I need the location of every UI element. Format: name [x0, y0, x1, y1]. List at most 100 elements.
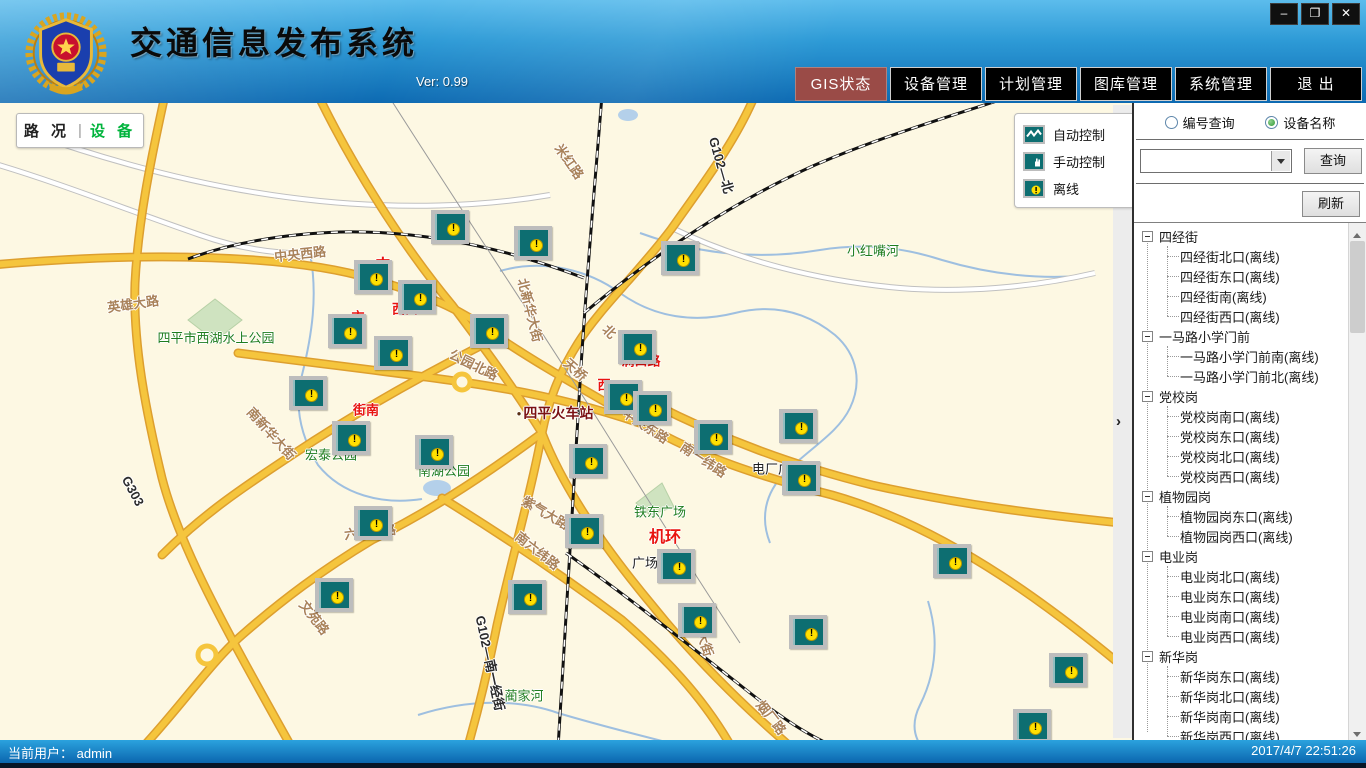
tree-group-label: 四经街 [1159, 227, 1198, 246]
device-marker[interactable] [289, 376, 327, 410]
nav-tab-system-management[interactable]: 系统管理 [1175, 67, 1267, 101]
device-marker[interactable] [315, 578, 353, 612]
chevron-down-icon[interactable] [1271, 151, 1290, 171]
device-marker[interactable] [661, 241, 699, 275]
device-marker[interactable] [789, 615, 827, 649]
display-board-icon [474, 318, 504, 344]
tree-item[interactable]: 党校岗东口(离线) [1134, 426, 1349, 446]
display-board-icon [419, 439, 449, 465]
tree-item[interactable]: 党校岗北口(离线) [1134, 446, 1349, 466]
nav-tab-gallery-management[interactable]: 图库管理 [1080, 67, 1172, 101]
tree-group-row[interactable]: 党校岗 [1134, 386, 1349, 406]
device-marker[interactable] [398, 280, 436, 314]
device-combo-input[interactable] [1142, 151, 1278, 171]
device-combo[interactable] [1140, 149, 1292, 173]
tree-group-row[interactable]: 一马路小学门前 [1134, 326, 1349, 346]
tree-item[interactable]: 植物园岗东口(离线) [1134, 506, 1349, 526]
collapse-minus-icon[interactable] [1142, 231, 1153, 242]
query-button[interactable]: 查询 [1304, 148, 1362, 174]
tree-item[interactable]: 电业岗北口(离线) [1134, 566, 1349, 586]
legend-row: 离线 [1023, 175, 1132, 202]
collapse-minus-icon[interactable] [1142, 331, 1153, 342]
offline-exclamation-icon [431, 448, 444, 461]
tree-scrollbar[interactable] [1348, 223, 1366, 741]
device-toggle[interactable]: 设 备 [90, 120, 136, 141]
tree-item[interactable]: 四经街南(离线) [1134, 286, 1349, 306]
minimize-button[interactable]: – [1270, 3, 1298, 25]
device-marker[interactable] [565, 514, 603, 548]
tree-item[interactable]: 党校岗南口(离线) [1134, 406, 1349, 426]
tree-item[interactable]: 党校岗西口(离线) [1134, 466, 1349, 486]
tree-item[interactable]: 四经街西口(离线) [1134, 306, 1349, 326]
tree-group-row[interactable]: 新华岗 [1134, 646, 1349, 666]
nav-tab-device-management[interactable]: 设备管理 [890, 67, 982, 101]
device-marker[interactable] [514, 226, 552, 260]
window-controls: –❐✕ [1270, 3, 1360, 25]
tree-item[interactable]: 新华岗北口(离线) [1134, 686, 1349, 706]
offline-exclamation-icon [370, 273, 383, 286]
road-condition-toggle[interactable]: 路 况 [24, 120, 70, 141]
divider-line [1136, 139, 1364, 140]
device-marker[interactable] [354, 260, 392, 294]
device-marker[interactable] [782, 461, 820, 495]
offline-exclamation-icon [1029, 722, 1042, 735]
device-marker[interactable] [508, 580, 546, 614]
display-board-icon [435, 214, 465, 240]
device-marker[interactable] [633, 391, 671, 425]
close-button[interactable]: ✕ [1332, 3, 1360, 25]
maximize-button[interactable]: ❐ [1301, 3, 1329, 25]
nav-tab-gis-status[interactable]: GIS状态 [795, 67, 887, 101]
nav-tab-plan-management[interactable]: 计划管理 [985, 67, 1077, 101]
scroll-down-icon[interactable] [1349, 724, 1366, 741]
tree-item[interactable]: 植物园岗西口(离线) [1134, 526, 1349, 546]
device-marker[interactable] [415, 435, 453, 469]
device-marker[interactable] [1013, 709, 1051, 740]
tree-item[interactable]: 新华岗西口(离线) [1134, 726, 1349, 741]
device-marker[interactable] [569, 444, 607, 478]
device-marker[interactable] [328, 314, 366, 348]
offline-exclamation-icon [390, 349, 403, 362]
radio-device-name[interactable]: 设备名称 [1265, 113, 1335, 132]
scrollbar-thumb[interactable] [1350, 241, 1365, 333]
device-marker[interactable] [470, 314, 508, 348]
device-marker[interactable] [431, 210, 469, 244]
device-marker[interactable] [657, 549, 695, 583]
collapse-minus-icon[interactable] [1142, 651, 1153, 662]
collapse-minus-icon[interactable] [1142, 391, 1153, 402]
tree-group: 电业岗电业岗北口(离线)电业岗东口(离线)电业岗南口(离线)电业岗西口(离线) [1134, 546, 1349, 646]
tree-item[interactable]: 新华岗南口(离线) [1134, 706, 1349, 726]
collapse-minus-icon[interactable] [1142, 551, 1153, 562]
tree-item[interactable]: 电业岗东口(离线) [1134, 586, 1349, 606]
tree-item[interactable]: 一马路小学门前北(离线) [1134, 366, 1349, 386]
device-marker[interactable] [374, 336, 412, 370]
tree-group-row[interactable]: 植物园岗 [1134, 486, 1349, 506]
device-marker[interactable] [618, 330, 656, 364]
tree-item[interactable]: 四经街北口(离线) [1134, 246, 1349, 266]
tree-group-row[interactable]: 电业岗 [1134, 546, 1349, 566]
tree-group: 植物园岗植物园岗东口(离线)植物园岗西口(离线) [1134, 486, 1349, 546]
device-marker[interactable] [1049, 653, 1087, 687]
device-marker[interactable] [694, 420, 732, 454]
device-marker[interactable] [779, 409, 817, 443]
device-marker[interactable] [354, 506, 392, 540]
offline-exclamation-icon [344, 327, 357, 340]
refresh-button[interactable]: 刷新 [1302, 191, 1360, 217]
tree-item[interactable]: 电业岗西口(离线) [1134, 626, 1349, 646]
device-tree-list: 四经街四经街北口(离线)四经街东口(离线)四经街南(离线)四经街西口(离线)一马… [1134, 226, 1349, 741]
scroll-up-icon[interactable] [1349, 223, 1366, 240]
tree-group-row[interactable]: 四经街 [1134, 226, 1349, 246]
device-marker[interactable] [933, 544, 971, 578]
tree-item[interactable]: 新华岗东口(离线) [1134, 666, 1349, 686]
collapse-minus-icon[interactable] [1142, 491, 1153, 502]
offline-exclamation-icon [414, 293, 427, 306]
tree-item[interactable]: 一马路小学门前南(离线) [1134, 346, 1349, 366]
nav-tab-exit[interactable]: 退 出 [1270, 67, 1362, 101]
tree-item[interactable]: 四经街东口(离线) [1134, 266, 1349, 286]
current-user-label: 当前用户： [8, 746, 73, 761]
device-marker[interactable] [332, 421, 370, 455]
device-marker[interactable] [678, 603, 716, 637]
map-area[interactable]: 路 况 | 设 备 自动控制手动控制离线 › 中央西路英雄大路米红路公园北路北新… [0, 103, 1132, 740]
tree-item[interactable]: 电业岗南口(离线) [1134, 606, 1349, 626]
radio-number-label: 编号查询 [1183, 113, 1235, 132]
radio-number-query[interactable]: 编号查询 [1165, 113, 1235, 132]
